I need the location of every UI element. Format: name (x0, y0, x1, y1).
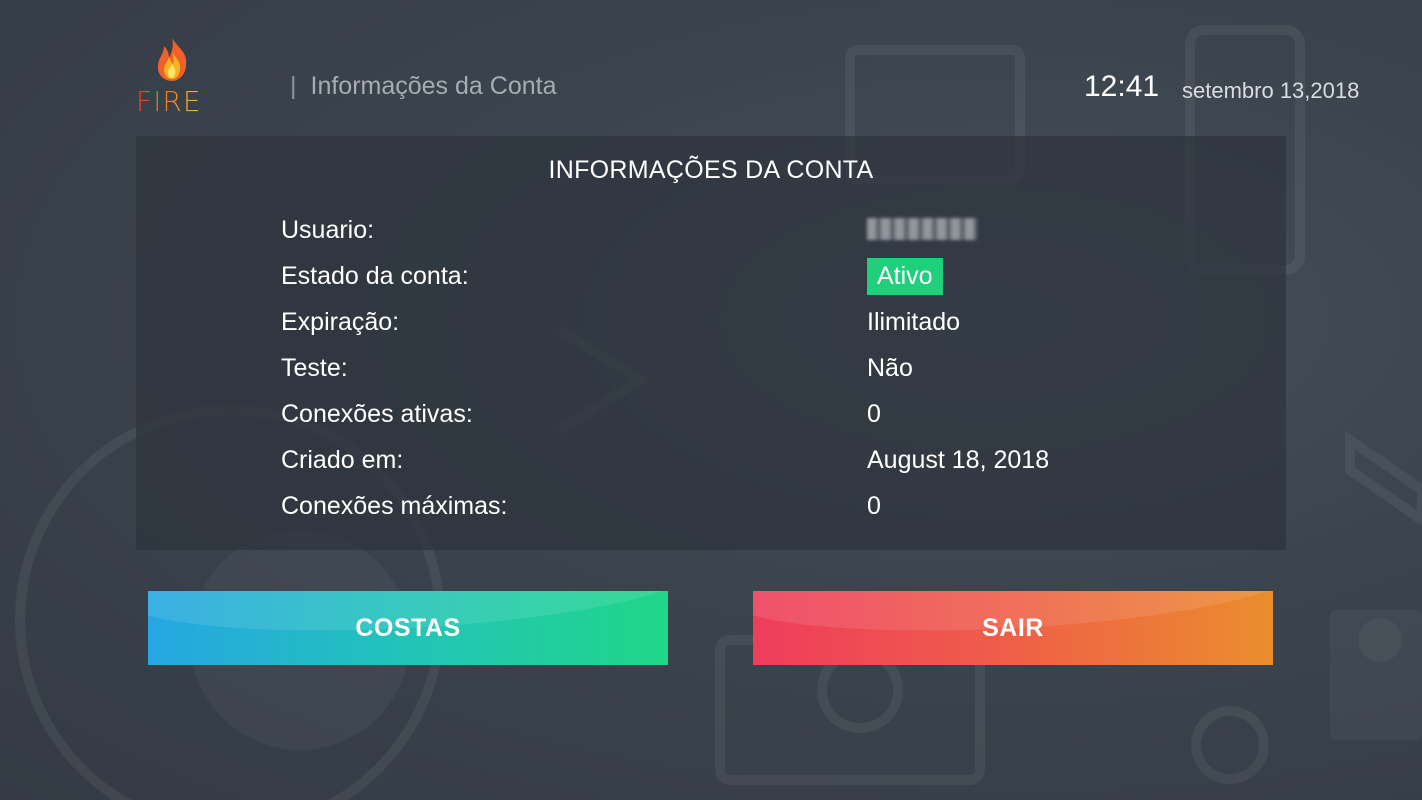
row-label: Estado da conta: (281, 262, 469, 290)
row-created-on: Criado em: August 18, 2018 (136, 446, 1286, 492)
exit-button[interactable]: SAIR (753, 591, 1273, 665)
title-separator: | (290, 72, 297, 100)
row-label: Expiração: (281, 308, 400, 336)
row-active-connections: Conexões ativas: 0 (136, 400, 1286, 446)
row-value: Não (867, 354, 913, 382)
row-label: Teste: (281, 354, 348, 382)
app-logo: FIRE (136, 36, 212, 120)
row-value: August 18, 2018 (867, 446, 1050, 474)
page-title: | Informações da Conta (290, 72, 556, 101)
status-badge: Ativo (867, 258, 943, 295)
row-value: 0 (867, 400, 881, 428)
row-account-status: Estado da conta: Ativo (136, 258, 1286, 308)
clock-date: setembro 13,2018 (1182, 78, 1360, 103)
panel-title: INFORMAÇÕES DA CONTA (548, 156, 874, 184)
row-value: 0 (867, 492, 881, 520)
back-button-label: COSTAS (355, 613, 461, 642)
flame-icon (157, 38, 187, 81)
row-label: Criado em: (281, 446, 404, 474)
page-title-text: Informações da Conta (310, 72, 557, 100)
logo-text: FIRE (136, 86, 212, 118)
row-value: Ilimitado (867, 308, 961, 336)
row-label: Conexões ativas: (281, 400, 473, 428)
account-info-panel: INFORMAÇÕES DA CONTA Usuario: Estado da … (136, 136, 1286, 550)
back-button[interactable]: COSTAS (148, 591, 668, 665)
exit-button-label: SAIR (982, 613, 1044, 642)
clock-time: 12:41 (1084, 70, 1160, 103)
row-expiration: Expiração: Ilimitado (136, 308, 1286, 354)
row-trial: Teste: Não (136, 354, 1286, 400)
row-label: Conexões máximas: (281, 492, 508, 520)
row-max-connections: Conexões máximas: 0 (136, 492, 1286, 538)
row-label: Usuario: (281, 216, 375, 244)
username-value-redacted (867, 218, 977, 240)
row-username: Usuario: (136, 216, 1286, 262)
